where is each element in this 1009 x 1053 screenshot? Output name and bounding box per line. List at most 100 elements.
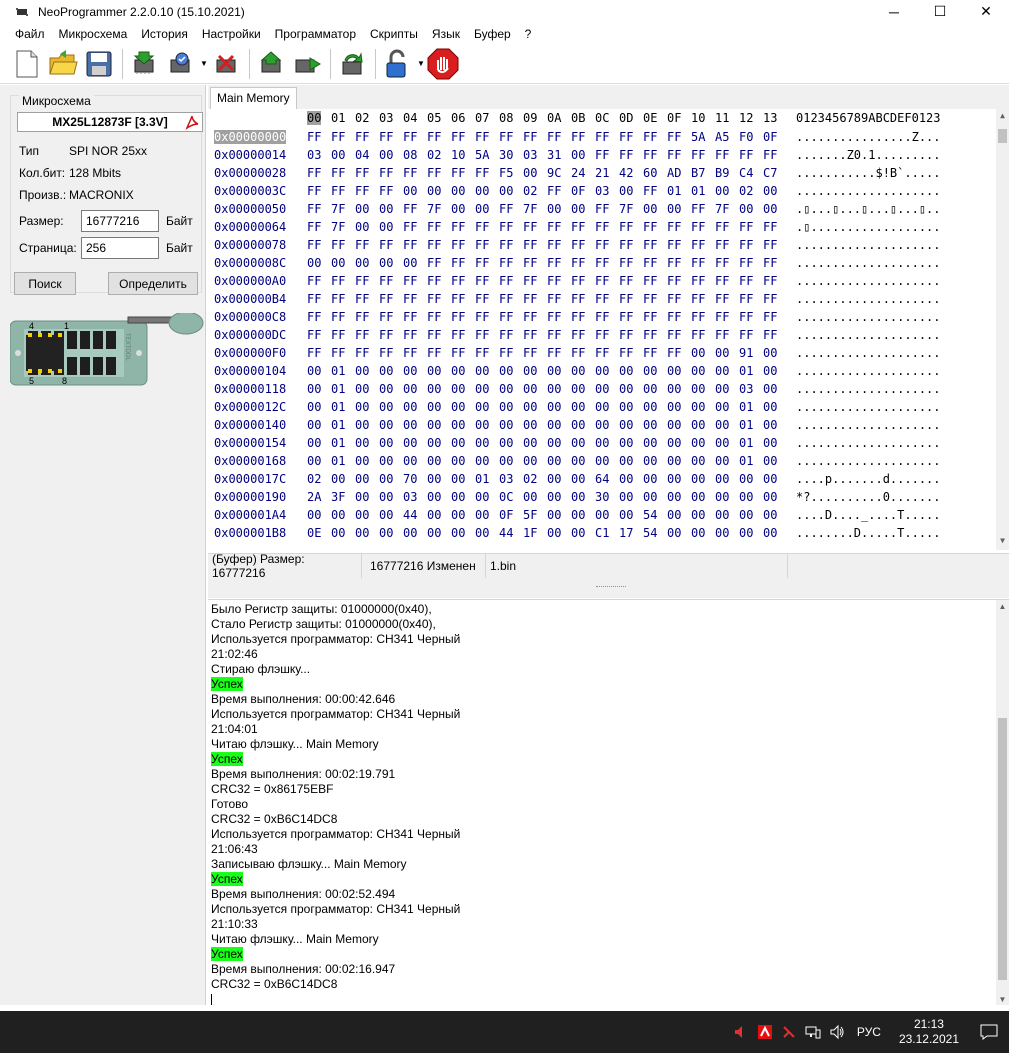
hex-byte[interactable]: FF [355, 328, 369, 342]
hex-byte[interactable]: FF [499, 274, 513, 288]
hex-byte[interactable]: 00 [355, 364, 369, 378]
hex-byte[interactable]: 00 [763, 490, 777, 504]
hex-byte[interactable]: 00 [691, 418, 705, 432]
hex-byte[interactable]: FF [427, 274, 441, 288]
hex-byte[interactable]: 00 [547, 202, 561, 216]
hex-byte[interactable]: FF [523, 130, 537, 144]
scroll-up-icon[interactable]: ▲ [996, 111, 1009, 125]
hex-byte[interactable]: FF [499, 220, 513, 234]
hex-byte[interactable]: FF [355, 130, 369, 144]
hex-byte[interactable]: 00 [667, 472, 681, 486]
hex-byte[interactable]: FF [643, 346, 657, 360]
hex-byte[interactable]: FF [307, 220, 321, 234]
hex-byte[interactable]: 03 [595, 184, 609, 198]
hex-byte[interactable]: FF [427, 310, 441, 324]
hex-ascii[interactable]: ................Z... [796, 130, 941, 144]
hex-byte[interactable]: FF [691, 310, 705, 324]
hex-byte[interactable]: FF [499, 292, 513, 306]
hex-byte[interactable]: FF [763, 148, 777, 162]
hex-byte[interactable]: FF [307, 328, 321, 342]
hex-byte[interactable]: FF [403, 130, 417, 144]
hex-byte[interactable]: 00 [499, 382, 513, 396]
hex-ascii[interactable]: .................... [796, 310, 941, 324]
hex-byte[interactable]: FF [331, 166, 345, 180]
hex-byte[interactable]: 00 [667, 364, 681, 378]
hex-byte[interactable]: FF [547, 292, 561, 306]
hex-ascii[interactable]: .................... [796, 184, 941, 198]
hex-byte[interactable]: 00 [331, 256, 345, 270]
hex-byte[interactable]: FF [451, 346, 465, 360]
hex-byte[interactable]: FF [355, 346, 369, 360]
hex-byte[interactable]: FF [643, 130, 657, 144]
stop-icon[interactable] [426, 47, 460, 81]
hex-byte[interactable]: FF [355, 274, 369, 288]
hex-byte[interactable]: 00 [499, 454, 513, 468]
hex-byte[interactable]: FF [499, 202, 513, 216]
hex-byte[interactable]: 03 [499, 472, 513, 486]
hex-byte[interactable]: 00 [499, 400, 513, 414]
hex-byte[interactable]: 00 [547, 526, 561, 540]
open-folder-icon[interactable] [46, 47, 80, 81]
hex-byte[interactable]: 00 [619, 490, 633, 504]
chip-name-field[interactable]: MX25L12873F [3.3V] [17, 112, 203, 132]
hex-byte[interactable]: 00 [619, 184, 633, 198]
hex-byte[interactable]: 01 [475, 472, 489, 486]
hex-byte[interactable]: 00 [403, 364, 417, 378]
hex-byte[interactable]: 00 [427, 364, 441, 378]
hex-row[interactable]: 0x00000014 03 00 04 00 08 02 10 5A 30 03 31 00 FF FF FF… [210, 147, 996, 165]
menu-history[interactable]: История [134, 24, 195, 44]
hex-byte[interactable]: FF [451, 256, 465, 270]
hex-byte[interactable]: FF [403, 346, 417, 360]
clock[interactable]: 21:13 23.12.2021 [899, 1017, 959, 1047]
hex-byte[interactable]: 00 [403, 454, 417, 468]
hex-byte[interactable]: 00 [571, 400, 585, 414]
hex-byte[interactable]: 00 [571, 472, 585, 486]
hex-byte[interactable]: FF [475, 292, 489, 306]
hex-byte[interactable]: FF [523, 238, 537, 252]
hex-byte[interactable]: 00 [307, 400, 321, 414]
hex-byte[interactable]: FF [619, 328, 633, 342]
hex-row[interactable]: 0x000000A0 FF FF FF FF FF FF FF FF FF FF FF FF FF FF FF… [210, 273, 996, 291]
hex-byte[interactable]: 00 [547, 418, 561, 432]
hex-ascii[interactable]: .................... [796, 238, 941, 252]
hex-byte[interactable]: 00 [667, 400, 681, 414]
hex-byte[interactable]: 00 [619, 454, 633, 468]
hex-byte[interactable]: 00 [427, 418, 441, 432]
hex-byte[interactable]: 00 [451, 472, 465, 486]
hex-byte[interactable]: F5 [499, 166, 513, 180]
hex-byte[interactable]: FF [643, 292, 657, 306]
hex-byte[interactable]: 00 [355, 202, 369, 216]
read-chip-icon[interactable] [127, 47, 161, 81]
hex-byte[interactable]: 00 [523, 166, 537, 180]
hex-byte[interactable]: FF [715, 148, 729, 162]
hex-byte[interactable]: FF [427, 256, 441, 270]
hex-byte[interactable]: FF [691, 292, 705, 306]
hex-byte[interactable]: 00 [475, 436, 489, 450]
hex-byte[interactable]: 1F [523, 526, 537, 540]
hex-byte[interactable]: FF [379, 166, 393, 180]
hex-byte[interactable]: FF [763, 238, 777, 252]
hex-byte[interactable]: 00 [547, 364, 561, 378]
hex-byte[interactable]: 02 [523, 184, 537, 198]
hex-byte[interactable]: FF [331, 274, 345, 288]
hex-byte[interactable]: 00 [667, 382, 681, 396]
hex-byte[interactable]: FF [763, 220, 777, 234]
hex-byte[interactable]: FF [691, 238, 705, 252]
hex-byte[interactable]: FF [475, 256, 489, 270]
hex-byte[interactable]: FF [595, 202, 609, 216]
hex-byte[interactable]: 00 [451, 418, 465, 432]
menu-buffer[interactable]: Буфер [467, 24, 518, 44]
hex-byte[interactable]: 00 [571, 526, 585, 540]
hex-byte[interactable]: FF [523, 220, 537, 234]
hex-byte[interactable]: 00 [523, 382, 537, 396]
hex-byte[interactable]: 00 [451, 454, 465, 468]
hex-byte[interactable]: 10 [451, 148, 465, 162]
hex-byte[interactable]: FF [451, 238, 465, 252]
log-scrollbar[interactable]: ▲ ▼ [996, 600, 1009, 1005]
hex-byte[interactable]: FF [451, 274, 465, 288]
hex-byte[interactable]: 70 [403, 472, 417, 486]
hex-byte[interactable]: 00 [379, 256, 393, 270]
hex-byte[interactable]: 00 [763, 472, 777, 486]
hex-byte[interactable]: A5 [715, 130, 729, 144]
hex-byte[interactable]: 00 [379, 202, 393, 216]
